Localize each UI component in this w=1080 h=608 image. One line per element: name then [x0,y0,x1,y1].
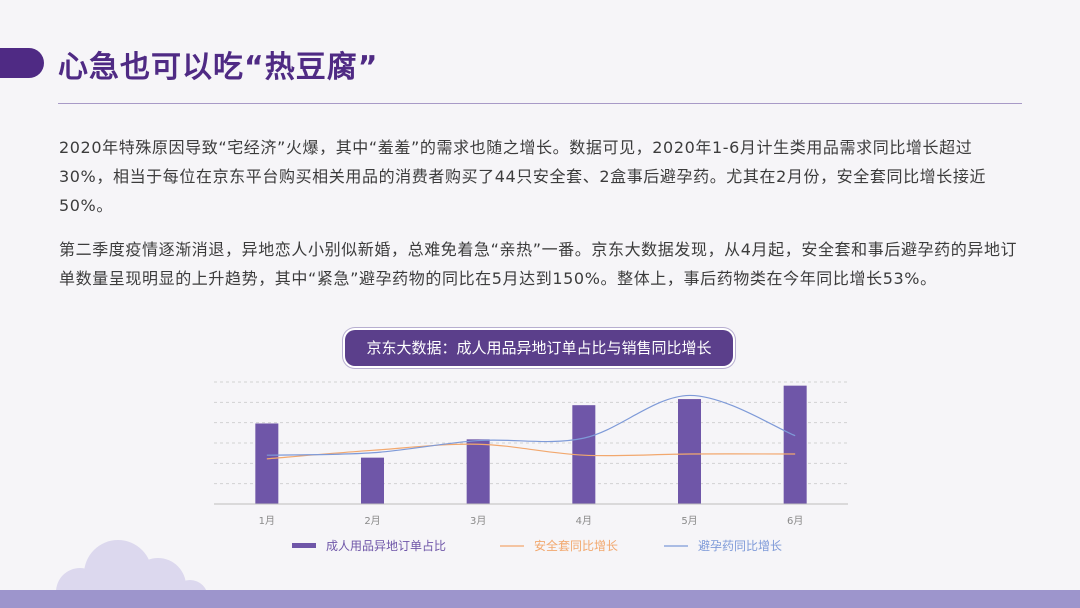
title-accent-bar [0,48,44,78]
x-tick-label: 6月 [787,515,803,527]
paragraph-1: 2020年特殊原因导致“宅经济”火爆，其中“羞羞”的需求也随之增长。数据可见，2… [59,138,987,215]
bottom-band [0,590,1080,608]
legend-label: 避孕药同比增长 [698,539,782,553]
bar [783,385,807,504]
legend-label: 安全套同比增长 [534,538,618,553]
chart-title: 京东大数据：成人用品异地订单占比与销售同比增长 [345,330,733,366]
bar [361,457,384,504]
title-divider [58,103,1022,104]
pill-growth-line [266,394,796,456]
condom-growth-line [266,443,796,460]
x-tick-label: 2月 [364,515,380,527]
paragraph-2: 第二季度疫情逐渐消退，异地恋人小别似新婚，总难免着急“亲热”一番。京东大数据发现… [59,240,1018,288]
x-tick-label: 4月 [576,515,592,527]
x-tick-label: 3月 [470,515,486,527]
chart: 1月 2月 3月 4月 5月 6月 成人用品异地订单占比 安全套同比增长 避孕药同比增长 [214,381,848,553]
bar [255,423,279,504]
page-title: 心急也可以吃“热豆腐” [58,50,379,85]
bar [678,399,701,504]
x-tick-label: 1月 [259,515,275,527]
legend-swatch-bar [292,543,316,548]
x-tick-label: 5月 [681,515,697,527]
bar [466,439,490,504]
legend-label: 成人用品异地订单占比 [326,538,446,553]
